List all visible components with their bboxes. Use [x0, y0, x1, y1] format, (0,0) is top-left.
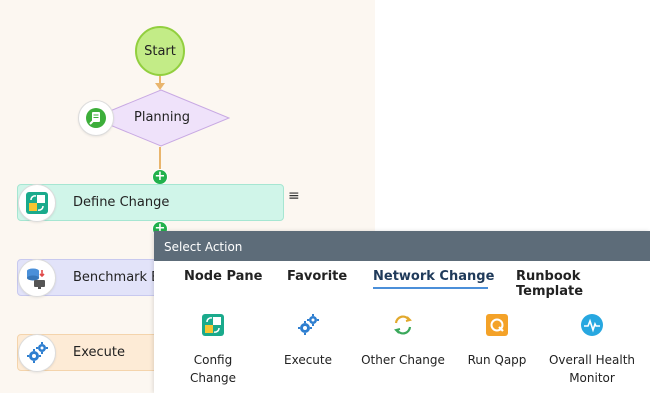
- planning-node-label: Planning: [134, 110, 190, 125]
- define-change-label: Define Change: [73, 195, 170, 210]
- action-run-qapp-label: Run Qapp: [467, 353, 527, 367]
- start-node[interactable]: Start: [135, 26, 185, 76]
- benchmark-label: Benchmark B: [73, 270, 161, 285]
- execute-icon-badge: [18, 334, 56, 372]
- select-action-panel: Select Action Node Pane Favorite Network…: [154, 231, 650, 393]
- planning-icon: [86, 108, 106, 128]
- planning-icon-badge: [78, 100, 114, 136]
- action-other-change-label: Other Change: [361, 353, 445, 367]
- start-node-label: Start: [144, 43, 176, 59]
- other-change-icon: [394, 315, 412, 335]
- tab-favorite[interactable]: Favorite: [287, 269, 347, 284]
- action-config-change-label: Config Change: [190, 353, 236, 385]
- action-overall-health-monitor-label: Overall Health Monitor: [548, 353, 636, 385]
- tab-network-change[interactable]: Network Change: [373, 269, 494, 284]
- active-tab-underline: [373, 287, 488, 289]
- action-tabs: Node Pane Favorite Network Change Runboo…: [154, 261, 650, 299]
- run-qapp-icon: [486, 314, 508, 336]
- add-node-button-1[interactable]: +: [152, 169, 168, 185]
- execute-gears-icon: [298, 314, 319, 335]
- config-change-icon: [202, 314, 224, 336]
- define-change-node[interactable]: Define Change: [17, 184, 284, 221]
- health-monitor-icon: [581, 314, 603, 336]
- select-action-header: Select Action: [154, 231, 650, 261]
- node-menu-icon[interactable]: ≡: [288, 188, 300, 204]
- benchmark-icon-badge: [18, 259, 56, 297]
- execute-label: Execute: [73, 345, 125, 360]
- define-change-icon-badge: [18, 184, 56, 222]
- benchmark-database-icon: [27, 268, 45, 289]
- select-action-title: Select Action: [164, 240, 243, 254]
- config-change-icon: [26, 192, 48, 214]
- action-execute-label: Execute: [284, 353, 332, 367]
- execute-gears-icon: [27, 342, 48, 363]
- tab-runbook-template[interactable]: Runbook Template: [516, 269, 650, 299]
- tab-node-pane[interactable]: Node Pane: [184, 269, 262, 284]
